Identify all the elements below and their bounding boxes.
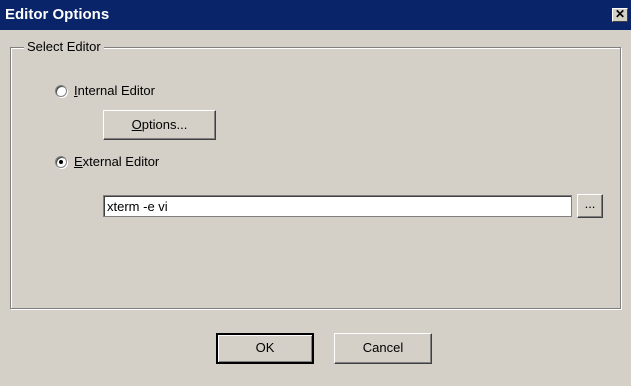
editor-command-input[interactable] <box>103 195 572 217</box>
group-label: Select Editor <box>24 39 104 54</box>
external-accel: E <box>74 154 83 169</box>
cancel-button[interactable]: Cancel <box>334 333 432 364</box>
external-editor-radio[interactable] <box>55 155 67 168</box>
ok-button[interactable]: OK <box>216 333 314 364</box>
browse-button[interactable]: ... <box>577 194 603 218</box>
external-editor-radio-row[interactable]: External Editor <box>55 154 159 169</box>
internal-editor-radio-row[interactable]: Internal Editor <box>55 83 155 98</box>
editor-options-dialog: Editor Options ✕ Select Editor Internal … <box>0 0 631 386</box>
options-button[interactable]: Options... <box>103 110 216 140</box>
internal-editor-radio[interactable] <box>55 84 67 97</box>
close-glyph: ✕ <box>614 7 626 21</box>
internal-label-rest: nternal Editor <box>77 83 155 98</box>
options-accel: O <box>131 117 142 132</box>
external-label-rest: xternal Editor <box>82 154 160 169</box>
dialog-title: Editor Options <box>5 6 110 23</box>
external-editor-label[interactable]: External Editor <box>74 154 159 169</box>
title-bar[interactable]: Editor Options ✕ <box>0 0 631 30</box>
close-icon[interactable]: ✕ <box>612 8 628 22</box>
options-label-rest: ptions... <box>141 117 188 132</box>
internal-editor-label[interactable]: Internal Editor <box>74 83 155 98</box>
